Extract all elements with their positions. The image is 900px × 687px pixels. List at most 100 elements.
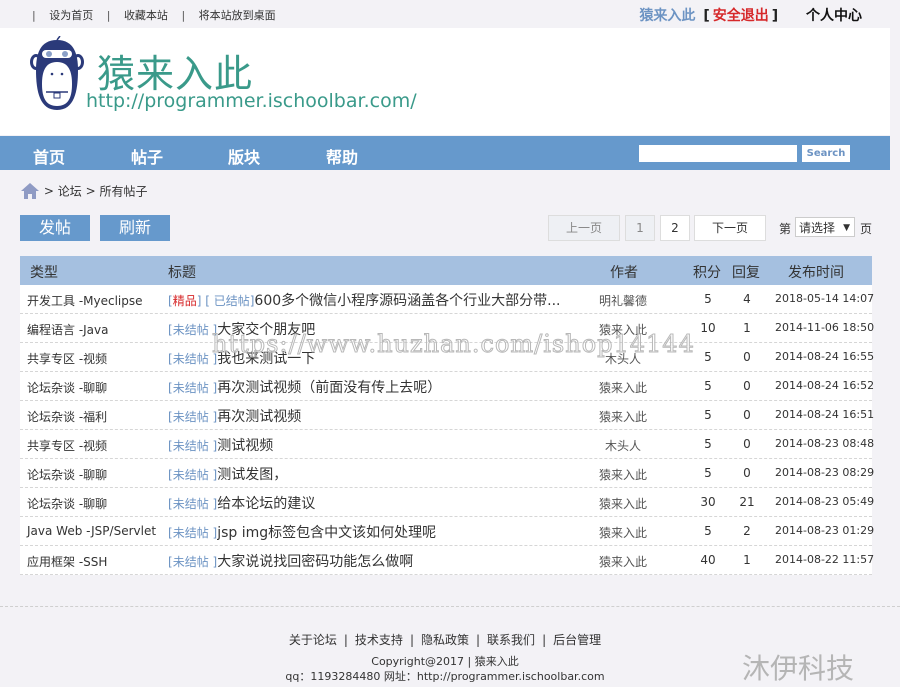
post-title: [未结帖 ]测试发图，	[168, 464, 287, 484]
page-select-value: 请选择	[799, 221, 836, 235]
table-row[interactable]: 应用框架 -SSH [未结帖 ]大家说说找回密码功能怎么做啊 猿来入此 40 1 2014…	[20, 546, 875, 575]
post-title: [未结帖 ]再次测试视频	[168, 406, 301, 426]
post-author[interactable]: 木头人	[588, 437, 658, 454]
post-time: 2014-08-23 05:49	[775, 495, 875, 508]
post-reply-count: 0	[743, 350, 751, 364]
status-tag: 未结帖	[172, 526, 213, 540]
post-score: 5	[704, 466, 712, 480]
col-time: 发布时间	[788, 265, 844, 281]
post-time: 2014-08-24 16:52	[775, 379, 875, 392]
separator: |	[343, 633, 348, 647]
logout-link[interactable]: 安全退出	[713, 8, 769, 24]
footer-link-privacy[interactable]: 隐私政策	[421, 633, 469, 647]
post-type[interactable]: Java Web -JSP/Servlet	[27, 524, 156, 538]
set-homepage-link[interactable]: 设为首页	[49, 7, 93, 23]
post-author[interactable]: 猿来入此	[588, 408, 658, 425]
status-tag: 未结帖	[172, 439, 213, 453]
separator: |	[181, 9, 186, 22]
prev-page-button[interactable]: 上一页	[548, 215, 620, 241]
post-title-link[interactable]: 再次测试视频	[217, 409, 301, 425]
table-row[interactable]: 论坛杂谈 -聊聊 [未结帖 ]再次测试视频（前面没有传上去呢） 猿来入此 5 0 2014…	[20, 372, 875, 401]
table-row[interactable]: 论坛杂谈 -福利 [未结帖 ]再次测试视频 猿来入此 5 0 2014-08-24 16:…	[20, 401, 874, 430]
post-type[interactable]: 论坛杂谈 -聊聊	[27, 379, 107, 396]
post-type[interactable]: 应用框架 -SSH	[27, 553, 107, 570]
breadcrumb-forum[interactable]: 论坛	[58, 185, 82, 199]
refresh-button[interactable]: 刷新	[100, 215, 170, 241]
new-post-button[interactable]: 发帖	[20, 215, 90, 241]
post-type[interactable]: 论坛杂谈 -聊聊	[27, 495, 107, 512]
post-title-link[interactable]: 600多个微信小程序源码涵盖各个行业大部分带...	[254, 293, 560, 309]
post-score: 5	[704, 408, 712, 422]
page-select[interactable]: 请选择 ▼	[795, 217, 855, 237]
post-author[interactable]: 猿来入此	[588, 495, 658, 512]
bookmark-link[interactable]: 收藏本站	[124, 7, 168, 23]
post-type[interactable]: 开发工具 -Myeclipse	[27, 292, 143, 309]
table-row[interactable]: 开发工具 -Myeclipse [精品] [ 已结帖]600多个微信小程序源码涵盖…	[20, 285, 875, 314]
footer-link-admin[interactable]: 后台管理	[553, 633, 601, 647]
profile-center-link[interactable]: 个人中心	[806, 8, 862, 24]
separator: |	[409, 633, 414, 647]
post-title-link[interactable]: 给本论坛的建议	[217, 496, 315, 512]
post-reply-count: 0	[743, 466, 751, 480]
breadcrumb: > 论坛 > 所有帖子	[20, 182, 147, 200]
search-button[interactable]: Search	[802, 145, 850, 162]
post-score: 5	[704, 379, 712, 393]
username-link[interactable]: 猿来入此	[639, 8, 695, 24]
post-score: 40	[700, 553, 716, 567]
post-type[interactable]: 论坛杂谈 -聊聊	[27, 466, 107, 483]
col-reply: 回复	[732, 265, 760, 281]
post-reply-count: 2	[743, 524, 751, 538]
post-title: [未结帖 ]再次测试视频（前面没有传上去呢）	[168, 377, 441, 397]
table-row[interactable]: 共享专区 -视频 [未结帖 ]测试视频 木头人 5 0 2014-08-23 08:48	[20, 430, 874, 459]
home-icon[interactable]	[20, 182, 40, 200]
search-input[interactable]	[639, 145, 797, 162]
post-author[interactable]: 明礼馨德	[588, 292, 658, 309]
nav-item-help[interactable]: 帮助	[326, 144, 358, 168]
post-score: 5	[704, 292, 712, 306]
status-tag: 未结帖	[172, 352, 213, 366]
footer-link-support[interactable]: 技术支持	[355, 633, 403, 647]
post-type[interactable]: 共享专区 -视频	[27, 437, 107, 454]
post-type[interactable]: 共享专区 -视频	[27, 350, 107, 367]
post-title-link[interactable]: 测试发图，	[217, 467, 287, 483]
post-author[interactable]: 猿来入此	[588, 553, 658, 570]
nav-item-home[interactable]: 首页	[33, 144, 65, 168]
next-page-button[interactable]: 下一页	[694, 215, 766, 241]
page-button-2[interactable]: 2	[660, 215, 690, 241]
site-url[interactable]: http://programmer.ischoolbar.com/	[86, 90, 417, 112]
post-time: 2014-08-23 08:29	[775, 466, 875, 479]
post-reply-count: 4	[743, 292, 751, 306]
bracket-open: [	[703, 8, 710, 24]
bracket: ] [	[196, 294, 214, 308]
post-reply-count: 0	[743, 379, 751, 393]
post-author[interactable]: 猿来入此	[588, 379, 658, 396]
status-tag: 未结帖	[172, 468, 213, 482]
post-type[interactable]: 编程语言 -Java	[27, 321, 109, 338]
separator: |	[32, 9, 36, 22]
page-button-1[interactable]: 1	[625, 215, 655, 241]
footer-link-contact[interactable]: 联系我们	[487, 633, 535, 647]
nav-item-boards[interactable]: 版块	[228, 144, 260, 168]
post-type[interactable]: 论坛杂谈 -福利	[27, 408, 107, 425]
post-title-link[interactable]: 大家说说找回密码功能怎么做啊	[217, 554, 413, 570]
post-time: 2014-08-22 11:57	[775, 553, 875, 566]
caret-down-icon: ▼	[843, 223, 850, 233]
post-time: 2014-08-23 01:29	[775, 524, 875, 537]
post-title-link[interactable]: jsp img标签包含中文该如何处理呢	[217, 525, 436, 541]
desktop-shortcut-link[interactable]: 将本站放到桌面	[199, 7, 276, 23]
post-time: 2018-05-14 14:07	[775, 292, 875, 305]
user-area: 猿来入此 [安全退出] 个人中心	[639, 5, 862, 25]
post-title-link[interactable]: 再次测试视频（前面没有传上去呢）	[217, 380, 441, 396]
footer-links: 关于论坛 | 技术支持 | 隐私政策 | 联系我们 | 后台管理	[0, 631, 890, 648]
footer-link-about[interactable]: 关于论坛	[289, 633, 337, 647]
post-title-link[interactable]: 测试视频	[217, 438, 273, 454]
table-row[interactable]: Java Web -JSP/Servlet [未结帖 ]jsp img标签包含中文…	[20, 517, 875, 546]
col-author: 作者	[610, 265, 638, 281]
monkey-logo-icon[interactable]	[30, 36, 84, 112]
post-author[interactable]: 猿来入此	[588, 466, 658, 483]
nav-item-posts[interactable]: 帖子	[131, 144, 163, 168]
table-row[interactable]: 论坛杂谈 -聊聊 [未结帖 ]给本论坛的建议 猿来入此 30 21 2014-08-23 …	[20, 488, 875, 517]
post-reply-count: 1	[743, 553, 751, 567]
post-author[interactable]: 猿来入此	[588, 524, 658, 541]
table-row[interactable]: 论坛杂谈 -聊聊 [未结帖 ]测试发图， 猿来入此 5 0 2014-08-23 08:2…	[20, 459, 875, 488]
